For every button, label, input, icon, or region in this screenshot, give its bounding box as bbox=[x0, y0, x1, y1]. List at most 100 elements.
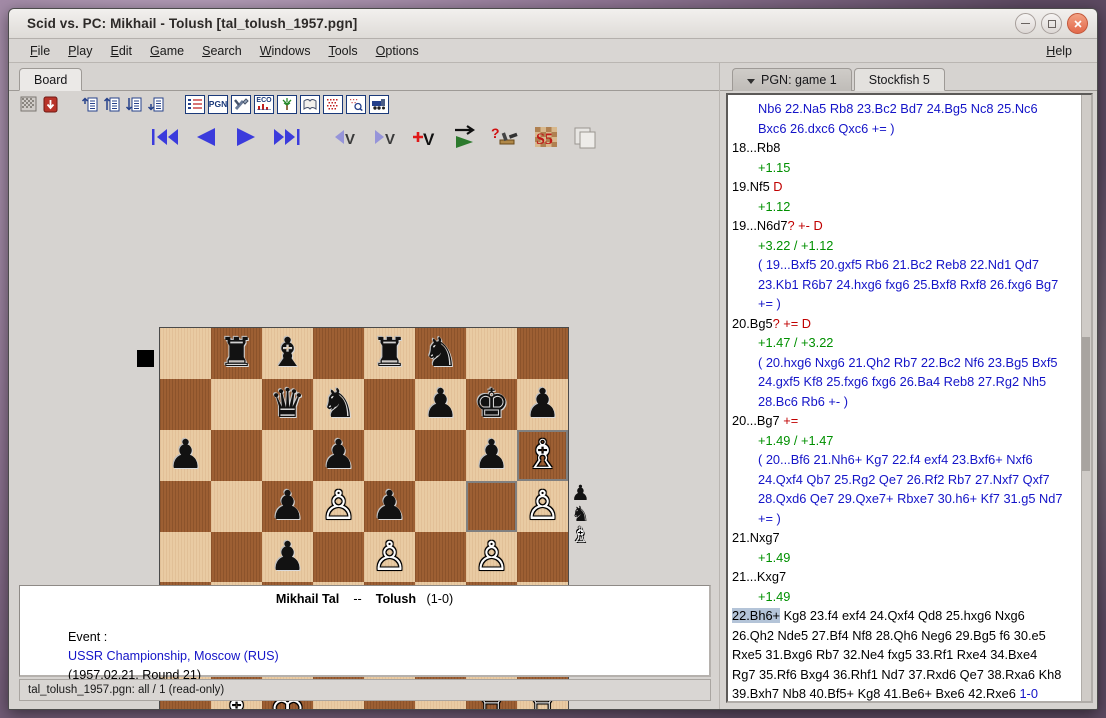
board-square-h7[interactable]: ♟ bbox=[517, 378, 568, 430]
go-to-end-button[interactable] bbox=[269, 122, 303, 152]
menu-item-play[interactable]: Play bbox=[59, 42, 101, 60]
pgn-scroll-thumb[interactable] bbox=[1082, 337, 1090, 471]
pgn-segment-mv[interactable]: Kg8 23.f4 exf4 24.Qxf4 Qd8 25.hxg6 Nxg6 bbox=[780, 608, 1025, 623]
menu-item-windows[interactable]: Windows bbox=[251, 42, 320, 60]
copy-board-button[interactable] bbox=[569, 122, 603, 152]
board-square-d4[interactable] bbox=[313, 531, 364, 583]
pgn-segment-var[interactable]: ( 19...Bxf5 20.gxf5 Rb6 21.Bc2 Reb8 22.N… bbox=[758, 257, 1039, 272]
maximize-button[interactable] bbox=[1041, 13, 1062, 34]
board-square-g7[interactable]: ♚ bbox=[466, 378, 517, 430]
pgn-segment-mv[interactable]: 19...N6d7 bbox=[732, 218, 788, 233]
board-square-a6[interactable]: ♟ bbox=[160, 429, 211, 481]
board-square-g4[interactable]: ♙ bbox=[466, 531, 517, 583]
tab-board[interactable]: Board bbox=[19, 68, 83, 91]
tab-stockfish[interactable]: Stockfish 5 bbox=[853, 68, 945, 91]
pgn-line[interactable]: +1.47 / +3.22 bbox=[732, 333, 1085, 353]
save-game-icon[interactable] bbox=[41, 95, 60, 114]
pgn-segment-var[interactable]: 24.Qxf4 Qb7 25.Rg2 Qe7 26.Rf2 Rb7 27.Nxf… bbox=[758, 472, 1050, 487]
pgn-line[interactable]: 18...Rb8 bbox=[732, 138, 1085, 158]
pgn-line[interactable]: 19...N6d7? +- D bbox=[732, 216, 1085, 236]
pgn-segment-mv[interactable]: 26.Qh2 Nde5 27.Bf4 Nf8 28.Qh6 Neg6 29.Bg… bbox=[732, 628, 1046, 643]
board-square-c6[interactable] bbox=[262, 429, 313, 481]
menu-item-help[interactable]: Help bbox=[1037, 42, 1081, 60]
board-square-a5[interactable] bbox=[160, 480, 211, 532]
game-list-icon[interactable] bbox=[185, 94, 205, 114]
pgn-segment-nag[interactable]: += bbox=[780, 413, 798, 428]
engine-icon[interactable] bbox=[369, 94, 389, 114]
pgn-segment-mv[interactable]: 20.Bg5 bbox=[732, 316, 773, 331]
board-square-h5[interactable]: ♙ bbox=[517, 480, 568, 532]
board-square-f8[interactable]: ♞ bbox=[415, 328, 466, 379]
crosstable-icon[interactable] bbox=[323, 94, 343, 114]
pgn-line[interactable]: Rxe5 31.Bxg6 Rb7 32.Ne4 fxg5 33.Rf1 Rxe4… bbox=[732, 645, 1085, 665]
pgn-line[interactable]: ( 20...Bf6 21.Nh6+ Kg7 22.f4 exf4 23.Bxf… bbox=[732, 450, 1085, 470]
analysis-question-button[interactable]: ? bbox=[489, 122, 523, 152]
pgn-segment-var[interactable]: ( 20.hxg6 Nxg6 21.Qh2 Rb7 22.Bc2 Nf6 23.… bbox=[758, 355, 1058, 370]
pgn-segment-mv[interactable]: 20...Bg7 bbox=[732, 413, 780, 428]
piece-wp-e4[interactable]: ♙ bbox=[372, 537, 408, 577]
menu-item-search[interactable]: Search bbox=[193, 42, 251, 60]
next-game-icon[interactable] bbox=[124, 95, 143, 114]
board-square-c4[interactable]: ♟ bbox=[262, 531, 313, 583]
board-square-d5[interactable]: ♙ bbox=[313, 480, 364, 532]
board-square-d8[interactable] bbox=[313, 328, 364, 379]
pgn-line[interactable]: 21.Nxg7 bbox=[732, 528, 1085, 548]
pgn-line[interactable]: 24.gxf5 Kf8 25.fxg6 fxg6 26.Ba4 Reb8 27.… bbox=[732, 372, 1085, 392]
board-square-f7[interactable]: ♟ bbox=[415, 378, 466, 430]
pgn-segment-score[interactable]: +1.49 bbox=[758, 589, 790, 604]
board-square-b7[interactable] bbox=[211, 378, 262, 430]
pgn-segment-mv[interactable]: 19.Nf5 bbox=[732, 179, 773, 194]
pgn-segment-var[interactable]: 28.Bc6 Rb6 +- ) bbox=[758, 394, 848, 409]
pgn-line[interactable]: +1.49 bbox=[732, 548, 1085, 568]
pgn-segment-mv[interactable]: 39.Bxh7 Nb8 40.Bf5+ Kg8 41.Be6+ Bxe6 42.… bbox=[732, 686, 1019, 701]
minimize-button[interactable] bbox=[1015, 13, 1036, 34]
pgn-segment-score[interactable]: +1.15 bbox=[758, 160, 790, 175]
piece-wp-d5[interactable]: ♙ bbox=[321, 486, 357, 526]
board-square-g6[interactable]: ♟ bbox=[466, 429, 517, 481]
piece-bb-c8[interactable]: ♝ bbox=[270, 333, 306, 373]
board-square-g8[interactable] bbox=[466, 328, 517, 379]
pgn-segment-var[interactable]: += ) bbox=[758, 511, 781, 526]
pgn-segment-mv[interactable]: Rg7 35.Rf6 Bxg4 36.Rhf1 Nd7 37.Rxd6 Qe7 … bbox=[732, 667, 1061, 682]
pgn-line[interactable]: +1.12 bbox=[732, 197, 1085, 217]
close-button[interactable] bbox=[1067, 13, 1088, 34]
piece-bp-f7[interactable]: ♟ bbox=[423, 384, 459, 424]
piece-bp-a6[interactable]: ♟ bbox=[168, 435, 204, 475]
go-to-start-button[interactable] bbox=[149, 122, 183, 152]
board-square-b4[interactable] bbox=[211, 531, 262, 583]
board-square-d7[interactable]: ♞ bbox=[313, 378, 364, 430]
pgn-scrollbar[interactable] bbox=[1081, 95, 1091, 701]
pgn-segment-var[interactable]: ( 20...Bf6 21.Nh6+ Kg7 22.f4 exf4 23.Bxf… bbox=[758, 452, 1033, 467]
piece-bq-c7[interactable]: ♛ bbox=[270, 384, 306, 424]
menu-item-edit[interactable]: Edit bbox=[101, 42, 141, 60]
forward-variation-button[interactable]: V bbox=[369, 122, 403, 152]
piece-bp-g6[interactable]: ♟ bbox=[474, 435, 510, 475]
tree-icon[interactable] bbox=[277, 94, 297, 114]
tab-pgn-game-1[interactable]: PGN: game 1 bbox=[732, 68, 852, 91]
pgn-segment-score[interactable]: +1.12 bbox=[758, 199, 790, 214]
board-square-b8[interactable]: ♜ bbox=[211, 328, 262, 379]
pgn-line[interactable]: 26.Qh2 Nde5 27.Bf4 Nf8 28.Qh6 Neg6 29.Bg… bbox=[732, 626, 1085, 646]
board-square-c8[interactable]: ♝ bbox=[262, 328, 313, 379]
piece-wb-h6[interactable]: ♗ bbox=[525, 435, 561, 475]
last-game-icon[interactable] bbox=[146, 95, 165, 114]
previous-game-icon[interactable] bbox=[102, 95, 121, 114]
piece-bp-c4[interactable]: ♟ bbox=[270, 537, 306, 577]
board-square-c5[interactable]: ♟ bbox=[262, 480, 313, 532]
menu-item-file[interactable]: File bbox=[21, 42, 59, 60]
pgn-segment-mv[interactable]: 21.Nxg7 bbox=[732, 530, 780, 545]
piece-bp-c5[interactable]: ♟ bbox=[270, 486, 306, 526]
pgn-segment-var[interactable]: 24.gxf5 Kf8 25.fxg6 fxg6 26.Ba4 Reb8 27.… bbox=[758, 374, 1046, 389]
board-setup-button[interactable]: S5 bbox=[529, 122, 563, 152]
board-square-b6[interactable] bbox=[211, 429, 262, 481]
pgn-segment-score[interactable]: +1.47 / +3.22 bbox=[758, 335, 833, 350]
menu-item-options[interactable]: Options bbox=[367, 42, 428, 60]
pgn-line[interactable]: +1.49 bbox=[732, 587, 1085, 607]
pgn-segment-mv[interactable]: 18...Rb8 bbox=[732, 140, 780, 155]
piece-br-e8[interactable]: ♜ bbox=[372, 333, 408, 373]
pgn-line[interactable]: 28.Bc6 Rb6 +- ) bbox=[732, 392, 1085, 412]
piece-bn-f8[interactable]: ♞ bbox=[423, 333, 459, 373]
pgn-line[interactable]: +3.22 / +1.12 bbox=[732, 236, 1085, 256]
pgn-line[interactable]: 21...Kxg7 bbox=[732, 567, 1085, 587]
pgn-line[interactable]: +1.49 / +1.47 bbox=[732, 431, 1085, 451]
